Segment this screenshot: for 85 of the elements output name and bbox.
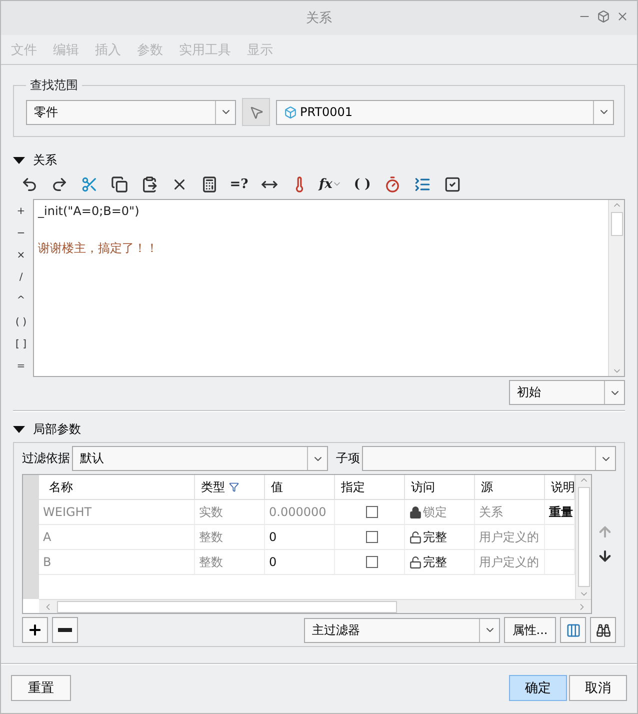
timer-icon [384, 176, 401, 192]
operator-button[interactable]: [ ] [13, 334, 29, 355]
list-icon [414, 176, 431, 192]
add-button[interactable] [22, 617, 48, 643]
scrollbar[interactable] [39, 599, 591, 613]
filter-icon [229, 482, 239, 492]
type-dropdown[interactable]: 零件 [26, 100, 236, 124]
group-title: 查找范围 [29, 77, 79, 94]
operator-button[interactable]: + [13, 201, 29, 222]
table-cell: 实数 [195, 500, 265, 525]
filter-label: 过滤依据 [22, 450, 70, 467]
pointer-icon [248, 104, 264, 120]
operator-button[interactable]: ( ) [13, 312, 29, 333]
table-cell: 整数 [195, 550, 265, 575]
function-button[interactable]: fx [317, 172, 344, 196]
window-title: 关系 [306, 10, 332, 27]
model-dropdown[interactable]: PRT0001 [276, 100, 614, 124]
plus-icon [27, 622, 43, 638]
access-text: 完整 [423, 528, 447, 546]
table-cell: 0 [265, 550, 335, 575]
minus-icon [58, 628, 72, 632]
code-line: 谢谢楼主，搞定了！！ [38, 240, 159, 257]
column-header[interactable]: 类型 [195, 475, 265, 500]
code-line: _init("A=0;B=0") [38, 204, 140, 220]
properties-button[interactable]: 属性... [504, 617, 556, 643]
close-icon[interactable] [616, 10, 629, 23]
scroll-thumb[interactable] [57, 600, 397, 612]
calculator-icon [200, 176, 218, 192]
toolbar-button[interactable]: ( ) [350, 172, 374, 196]
relations-editor[interactable]: _init("A=0;B=0") 谢谢楼主，搞定了！！ [33, 199, 625, 377]
table-cell: B [39, 550, 195, 575]
section-title: 局部参数 [33, 420, 81, 438]
scrollbar[interactable] [575, 475, 591, 599]
column-header[interactable]: 说明 [545, 475, 575, 500]
cube-icon [284, 106, 297, 118]
child-label: 子项 [336, 450, 360, 467]
dialog-button[interactable]: 确定 [509, 675, 567, 701]
table-cell: WEIGHT [39, 500, 195, 525]
scroll-thumb[interactable] [578, 487, 590, 587]
main-filter-dropdown[interactable]: 主过滤器 [304, 618, 500, 642]
column-header[interactable]: 访问 [405, 475, 475, 500]
move-down-icon[interactable] [597, 548, 613, 564]
scroll-thumb[interactable] [610, 212, 622, 236]
table-cell: 整数 [195, 525, 265, 550]
table-cell: 用户定义的 [475, 550, 545, 575]
binoculars-icon [596, 622, 610, 638]
scrollbar[interactable] [608, 200, 624, 376]
operator-button[interactable]: / [13, 267, 29, 288]
checkbox[interactable] [366, 556, 378, 568]
copy-icon [110, 176, 128, 192]
table-cell: 关系 [475, 500, 545, 525]
search-button[interactable] [590, 617, 616, 643]
checklist-icon [444, 176, 461, 192]
table-cell: 用户定义的 [475, 525, 545, 550]
columns-button[interactable] [560, 617, 586, 643]
operator-button[interactable]: × [13, 245, 29, 266]
toolbar-button[interactable]: =? [227, 172, 251, 196]
expand-triangle-icon[interactable] [13, 426, 25, 432]
column-header[interactable]: 指定 [335, 475, 405, 500]
redo-icon [50, 176, 68, 192]
operator-button[interactable]: − [13, 223, 29, 244]
access-text: 锁定 [423, 504, 447, 520]
paste-icon [140, 176, 158, 192]
mode-dropdown[interactable]: 初始 [509, 380, 625, 405]
operator-button[interactable]: = [13, 356, 29, 377]
operator-button[interactable]: ^ [13, 290, 29, 311]
dialog-button[interactable]: 取消 [569, 675, 627, 701]
checkbox[interactable] [366, 531, 378, 543]
table-cell: 0.000000 [265, 500, 335, 525]
undo-icon [20, 176, 38, 192]
scissors-icon [80, 176, 98, 192]
reset-button[interactable]: 重置 [11, 675, 71, 701]
column-header[interactable]: 值 [265, 475, 335, 500]
table-cell: 0 [265, 525, 335, 550]
checkbox[interactable] [366, 506, 378, 518]
select-button[interactable] [242, 98, 270, 126]
section-title: 关系 [33, 152, 57, 168]
column-header[interactable]: 名称 [39, 475, 195, 500]
access-text: 完整 [423, 554, 447, 570]
expand-triangle-icon[interactable] [13, 156, 25, 164]
columns-icon [566, 622, 580, 638]
column-header[interactable]: 源 [475, 475, 545, 500]
table-cell: A [39, 525, 195, 550]
filter-dropdown[interactable]: 默认 [72, 446, 328, 471]
remove-button[interactable] [52, 617, 78, 643]
